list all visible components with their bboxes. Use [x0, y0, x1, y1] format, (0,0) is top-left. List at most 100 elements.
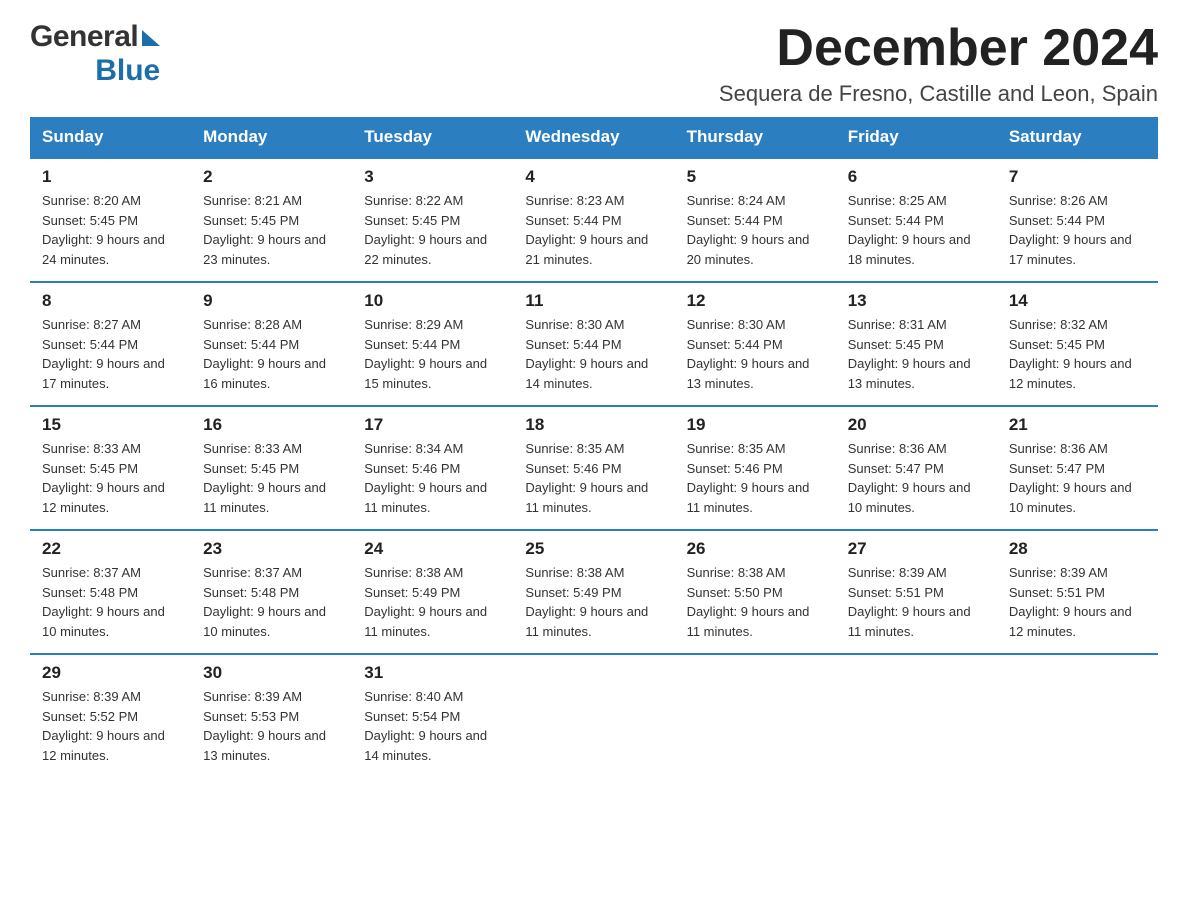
calendar-day-cell — [997, 654, 1158, 777]
calendar-day-cell: 28 Sunrise: 8:39 AMSunset: 5:51 PMDayligh… — [997, 530, 1158, 654]
day-info: Sunrise: 8:36 AMSunset: 5:47 PMDaylight:… — [1009, 439, 1146, 517]
calendar-day-cell: 26Sunrise: 8:38 AMSunset: 5:50 PMDayligh… — [675, 530, 836, 654]
calendar-day-cell: 6 Sunrise: 8:25 AMSunset: 5:44 PMDaylight… — [836, 158, 997, 282]
day-number: 27 — [848, 539, 985, 559]
day-info: Sunrise: 8:38 AMSunset: 5:50 PMDaylight:… — [687, 563, 824, 641]
day-number: 8 — [42, 291, 179, 311]
calendar-day-cell — [836, 654, 997, 777]
day-number: 5 — [687, 167, 824, 187]
day-number: 14 — [1009, 291, 1146, 311]
calendar-day-cell: 25Sunrise: 8:38 AMSunset: 5:49 PMDayligh… — [513, 530, 674, 654]
day-info: Sunrise: 8:30 AMSunset: 5:44 PMDaylight:… — [687, 315, 824, 393]
day-info: Sunrise: 8:37 AMSunset: 5:48 PMDaylight:… — [203, 563, 340, 641]
day-number: 28 — [1009, 539, 1146, 559]
calendar-week-row: 15 Sunrise: 8:33 AMSunset: 5:45 PMDayligh… — [30, 406, 1158, 530]
month-title: December 2024 — [719, 20, 1158, 77]
logo: General Blue — [30, 20, 160, 88]
day-number: 24 — [364, 539, 501, 559]
day-info: Sunrise: 8:25 AMSunset: 5:44 PMDaylight:… — [848, 191, 985, 269]
calendar-day-cell: 16 Sunrise: 8:33 AMSunset: 5:45 PMDayligh… — [191, 406, 352, 530]
logo-line1: General — [30, 20, 160, 54]
day-info: Sunrise: 8:20 AMSunset: 5:45 PMDaylight:… — [42, 191, 179, 269]
calendar-day-cell: 12Sunrise: 8:30 AMSunset: 5:44 PMDayligh… — [675, 282, 836, 406]
calendar-day-cell: 14Sunrise: 8:32 AMSunset: 5:45 PMDayligh… — [997, 282, 1158, 406]
day-info: Sunrise: 8:22 AMSunset: 5:45 PMDaylight:… — [364, 191, 501, 269]
logo-arrow-icon — [142, 30, 160, 46]
calendar-day-cell: 30Sunrise: 8:39 AMSunset: 5:53 PMDayligh… — [191, 654, 352, 777]
calendar-header-row: Sunday Monday Tuesday Wednesday Thursday… — [30, 117, 1158, 158]
day-info: Sunrise: 8:39 AMSunset: 5:51 PMDaylight:… — [1009, 563, 1146, 641]
calendar-day-cell: 5 Sunrise: 8:24 AMSunset: 5:44 PMDaylight… — [675, 158, 836, 282]
day-info: Sunrise: 8:31 AMSunset: 5:45 PMDaylight:… — [848, 315, 985, 393]
header-tuesday: Tuesday — [352, 117, 513, 158]
calendar-week-row: 29Sunrise: 8:39 AMSunset: 5:52 PMDayligh… — [30, 654, 1158, 777]
logo-general-text: General — [30, 20, 138, 54]
day-info: Sunrise: 8:23 AMSunset: 5:44 PMDaylight:… — [525, 191, 662, 269]
header-sunday: Sunday — [30, 117, 191, 158]
calendar-day-cell: 4Sunrise: 8:23 AMSunset: 5:44 PMDaylight… — [513, 158, 674, 282]
day-number: 11 — [525, 291, 662, 311]
day-info: Sunrise: 8:26 AMSunset: 5:44 PMDaylight:… — [1009, 191, 1146, 269]
header-friday: Friday — [836, 117, 997, 158]
day-number: 15 — [42, 415, 179, 435]
day-number: 23 — [203, 539, 340, 559]
calendar-day-cell: 19 Sunrise: 8:35 AMSunset: 5:46 PMDayligh… — [675, 406, 836, 530]
logo-blue-text: Blue — [95, 54, 160, 88]
calendar-week-row: 22 Sunrise: 8:37 AMSunset: 5:48 PMDayligh… — [30, 530, 1158, 654]
day-number: 17 — [364, 415, 501, 435]
day-info: Sunrise: 8:29 AMSunset: 5:44 PMDaylight:… — [364, 315, 501, 393]
calendar-day-cell: 23 Sunrise: 8:37 AMSunset: 5:48 PMDayligh… — [191, 530, 352, 654]
calendar-day-cell: 15 Sunrise: 8:33 AMSunset: 5:45 PMDayligh… — [30, 406, 191, 530]
day-number: 13 — [848, 291, 985, 311]
calendar-day-cell: 10Sunrise: 8:29 AMSunset: 5:44 PMDayligh… — [352, 282, 513, 406]
calendar-day-cell — [513, 654, 674, 777]
day-info: Sunrise: 8:40 AMSunset: 5:54 PMDaylight:… — [364, 687, 501, 765]
header-wednesday: Wednesday — [513, 117, 674, 158]
day-info: Sunrise: 8:35 AMSunset: 5:46 PMDaylight:… — [687, 439, 824, 517]
calendar-day-cell: 2Sunrise: 8:21 AMSunset: 5:45 PMDaylight… — [191, 158, 352, 282]
calendar-day-cell: 27 Sunrise: 8:39 AMSunset: 5:51 PMDayligh… — [836, 530, 997, 654]
day-number: 1 — [42, 167, 179, 187]
calendar-day-cell: 9 Sunrise: 8:28 AMSunset: 5:44 PMDaylight… — [191, 282, 352, 406]
day-info: Sunrise: 8:28 AMSunset: 5:44 PMDaylight:… — [203, 315, 340, 393]
title-section: December 2024 Sequera de Fresno, Castill… — [719, 20, 1158, 107]
day-number: 31 — [364, 663, 501, 683]
calendar-day-cell: 20 Sunrise: 8:36 AMSunset: 5:47 PMDayligh… — [836, 406, 997, 530]
calendar-day-cell: 13 Sunrise: 8:31 AMSunset: 5:45 PMDayligh… — [836, 282, 997, 406]
day-info: Sunrise: 8:24 AMSunset: 5:44 PMDaylight:… — [687, 191, 824, 269]
day-number: 19 — [687, 415, 824, 435]
day-number: 21 — [1009, 415, 1146, 435]
header-monday: Monday — [191, 117, 352, 158]
calendar-day-cell — [675, 654, 836, 777]
day-info: Sunrise: 8:27 AMSunset: 5:44 PMDaylight:… — [42, 315, 179, 393]
day-info: Sunrise: 8:39 AMSunset: 5:52 PMDaylight:… — [42, 687, 179, 765]
day-info: Sunrise: 8:33 AMSunset: 5:45 PMDaylight:… — [42, 439, 179, 517]
day-info: Sunrise: 8:39 AMSunset: 5:51 PMDaylight:… — [848, 563, 985, 641]
calendar-day-cell: 21 Sunrise: 8:36 AMSunset: 5:47 PMDayligh… — [997, 406, 1158, 530]
header: General Blue December 2024 Sequera de Fr… — [30, 20, 1158, 107]
location-subtitle: Sequera de Fresno, Castille and Leon, Sp… — [719, 81, 1158, 107]
day-number: 20 — [848, 415, 985, 435]
day-info: Sunrise: 8:34 AMSunset: 5:46 PMDaylight:… — [364, 439, 501, 517]
day-number: 30 — [203, 663, 340, 683]
header-saturday: Saturday — [997, 117, 1158, 158]
calendar-day-cell: 7 Sunrise: 8:26 AMSunset: 5:44 PMDaylight… — [997, 158, 1158, 282]
calendar-day-cell: 11 Sunrise: 8:30 AMSunset: 5:44 PMDayligh… — [513, 282, 674, 406]
day-number: 7 — [1009, 167, 1146, 187]
calendar-day-cell: 22 Sunrise: 8:37 AMSunset: 5:48 PMDayligh… — [30, 530, 191, 654]
day-info: Sunrise: 8:37 AMSunset: 5:48 PMDaylight:… — [42, 563, 179, 641]
day-number: 6 — [848, 167, 985, 187]
calendar-day-cell: 3Sunrise: 8:22 AMSunset: 5:45 PMDaylight… — [352, 158, 513, 282]
day-number: 9 — [203, 291, 340, 311]
day-info: Sunrise: 8:30 AMSunset: 5:44 PMDaylight:… — [525, 315, 662, 393]
calendar-week-row: 1 Sunrise: 8:20 AMSunset: 5:45 PMDaylight… — [30, 158, 1158, 282]
calendar-day-cell: 1 Sunrise: 8:20 AMSunset: 5:45 PMDaylight… — [30, 158, 191, 282]
calendar-day-cell: 31 Sunrise: 8:40 AMSunset: 5:54 PMDayligh… — [352, 654, 513, 777]
day-number: 22 — [42, 539, 179, 559]
day-info: Sunrise: 8:36 AMSunset: 5:47 PMDaylight:… — [848, 439, 985, 517]
calendar-day-cell: 18Sunrise: 8:35 AMSunset: 5:46 PMDayligh… — [513, 406, 674, 530]
day-info: Sunrise: 8:35 AMSunset: 5:46 PMDaylight:… — [525, 439, 662, 517]
day-info: Sunrise: 8:21 AMSunset: 5:45 PMDaylight:… — [203, 191, 340, 269]
day-info: Sunrise: 8:33 AMSunset: 5:45 PMDaylight:… — [203, 439, 340, 517]
day-number: 16 — [203, 415, 340, 435]
